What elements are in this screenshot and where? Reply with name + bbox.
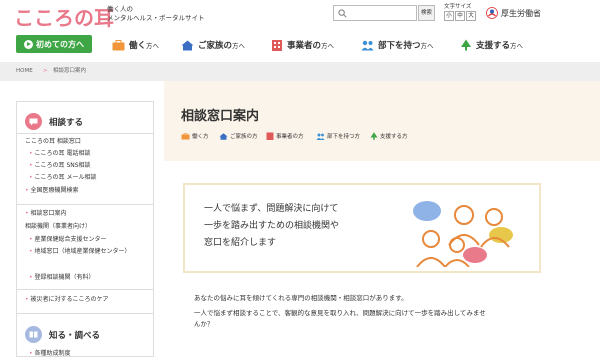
first-time-label: 初めての方へ bbox=[36, 39, 84, 49]
nav-item-employers[interactable]: 事業者の 方へ bbox=[271, 38, 334, 52]
category-family[interactable]: ご家族の方 bbox=[219, 132, 258, 140]
nav-label: 働く bbox=[129, 41, 147, 51]
fontsize-large-button[interactable]: 大 bbox=[466, 11, 476, 21]
global-nav: 初めての方へ 働く 方へ ご家族の 方へ 事業者の 方へ 部下を持つ 方へ 支援… bbox=[0, 33, 600, 59]
consultation-illustration bbox=[413, 201, 513, 267]
sidebar-item-hospital-search[interactable]: • 全国医療機関検索 bbox=[25, 187, 79, 196]
briefcase-icon bbox=[181, 132, 190, 139]
category-managers[interactable]: 部下を持つ方 bbox=[316, 132, 360, 140]
category-supporters[interactable]: 支援する方 bbox=[370, 132, 408, 140]
nav-label: 部下を持つ bbox=[378, 41, 421, 51]
nav-sublabel: 方へ bbox=[146, 42, 160, 50]
ministry-name: 厚生労働省 bbox=[501, 8, 541, 18]
sidebar-item-grants[interactable]: • 各種助成制度 bbox=[29, 350, 71, 357]
sidebar-item-regional[interactable]: • 地域窓口（地域産業保健センター） bbox=[29, 248, 145, 257]
body-paragraph-2: 一人で悩まず相談することで、客観的な意見を取り入れ、問題解決に向けて一歩を踏み出… bbox=[194, 309, 486, 317]
divider bbox=[17, 204, 153, 205]
category-workers[interactable]: 働く方 bbox=[181, 132, 209, 140]
building-icon bbox=[266, 132, 274, 140]
ministry-logo-icon bbox=[486, 7, 498, 19]
fontsize-label: 文字サイズ bbox=[444, 4, 472, 10]
intro-line1: 一人で悩まず、問題解決に向けて bbox=[204, 204, 339, 214]
breadcrumb-separator: > bbox=[43, 68, 48, 74]
sidebar-item-phone[interactable]: • こころの耳 電話相談 bbox=[29, 150, 90, 159]
tree-icon bbox=[370, 132, 378, 140]
tree-icon bbox=[461, 39, 471, 51]
intro-text: 一人で悩まず、問題解決に向けて 一歩を踏み出すための相談機関や 窓口を紹介します bbox=[204, 201, 339, 252]
search-input[interactable] bbox=[333, 5, 417, 21]
nav-item-supporters[interactable]: 支援する 方へ bbox=[460, 38, 523, 52]
nav-label: 支援する bbox=[476, 41, 511, 51]
arrow-circle-icon bbox=[24, 39, 33, 49]
divider bbox=[17, 289, 153, 290]
sidebar-item-registered[interactable]: • 登録相談機関（有料） bbox=[29, 274, 95, 283]
sidebar-item-disaster-care[interactable]: • 被災者に対するこころのケア bbox=[25, 296, 109, 305]
nav-item-workers[interactable]: 働く 方へ bbox=[112, 38, 159, 52]
divider bbox=[17, 313, 153, 314]
briefcase-icon bbox=[112, 39, 125, 50]
sidebar: 相談する こころの耳 相談窓口 • こころの耳 電話相談 • こころの耳 SNS相談… bbox=[16, 101, 154, 357]
sidebar-heading-learn: 知る・調べる bbox=[25, 326, 100, 343]
people-icon bbox=[361, 40, 374, 50]
page-title: 相談窓口案内 bbox=[181, 109, 260, 124]
sidebar-heading-label: 相談する bbox=[49, 117, 84, 128]
people-icon bbox=[316, 133, 325, 140]
category-employers[interactable]: 事業者の方 bbox=[266, 132, 304, 140]
nav-label: ご家族の bbox=[198, 41, 233, 51]
sidebar-heading-consult: 相談する bbox=[25, 113, 83, 130]
house-icon bbox=[219, 132, 228, 140]
sidebar-item-kokoro-consult[interactable]: こころの耳 相談窓口 bbox=[25, 138, 81, 147]
sidebar-item-sns[interactable]: • こころの耳 SNS相談 bbox=[29, 162, 91, 171]
book-icon bbox=[25, 326, 42, 343]
sidebar-item-guide[interactable]: • 相談窓口案内 bbox=[25, 210, 67, 219]
intro-line2: 一歩を踏み出すための相談機関や bbox=[204, 221, 340, 231]
site-logo[interactable]: こころの耳 bbox=[14, 2, 114, 31]
fontsize-medium-button[interactable]: 中 bbox=[455, 11, 465, 21]
nav-item-family[interactable]: ご家族の 方へ bbox=[181, 38, 245, 52]
nav-label: 事業者の bbox=[287, 41, 322, 51]
ministry-link[interactable]: 厚生労働省 bbox=[486, 5, 541, 21]
tagline-line2: メンタルヘルス・ポータルサイト bbox=[107, 14, 205, 22]
sidebar-item-employer-orgs[interactable]: 相談機関（事業者向け） bbox=[25, 223, 91, 232]
divider bbox=[17, 133, 153, 134]
intro-box: 一人で悩まず、問題解決に向けて 一歩を踏み出すための相談機関や 窓口を紹介します bbox=[183, 183, 541, 273]
search-button[interactable]: 検索 bbox=[418, 5, 435, 21]
nav-sublabel: 方へ bbox=[510, 42, 524, 50]
building-icon bbox=[272, 40, 282, 51]
nav-item-managers[interactable]: 部下を持つ 方へ bbox=[361, 38, 434, 52]
nav-sublabel: 方へ bbox=[232, 42, 246, 50]
site-header: こころの耳 働く人の メンタルヘルス・ポータルサイト 検索 文字サイズ 小 中 … bbox=[0, 0, 600, 33]
intro-line3: 窓口を紹介します bbox=[204, 238, 277, 248]
first-time-button[interactable]: 初めての方へ bbox=[16, 35, 92, 53]
breadcrumb-home[interactable]: HOME bbox=[16, 62, 33, 81]
fontsize-small-button[interactable]: 小 bbox=[444, 11, 454, 21]
site-tagline: 働く人の メンタルヘルス・ポータルサイト bbox=[107, 5, 205, 23]
tagline-line1: 働く人の bbox=[107, 5, 133, 13]
nav-sublabel: 方へ bbox=[420, 42, 434, 50]
body-paragraph-3: んか？ bbox=[194, 320, 214, 328]
house-icon bbox=[181, 40, 194, 50]
sidebar-heading-label: 知る・調べる bbox=[49, 330, 101, 341]
consult-icon bbox=[25, 113, 42, 130]
sidebar-item-sanpo-center[interactable]: • 産業保健総合支援センター bbox=[29, 236, 107, 245]
sidebar-item-mail[interactable]: • こころの耳 メール相談 bbox=[29, 174, 96, 183]
breadcrumb-current: 相談窓口案内 bbox=[53, 68, 87, 74]
search-icon bbox=[338, 9, 347, 18]
breadcrumb: HOME > 相談窓口案内 bbox=[0, 62, 600, 81]
nav-sublabel: 方へ bbox=[321, 42, 335, 50]
body-paragraph-1: あなたの悩みに耳を傾けてくれる専門の相談機関・相談窓口があります。 bbox=[194, 294, 408, 302]
